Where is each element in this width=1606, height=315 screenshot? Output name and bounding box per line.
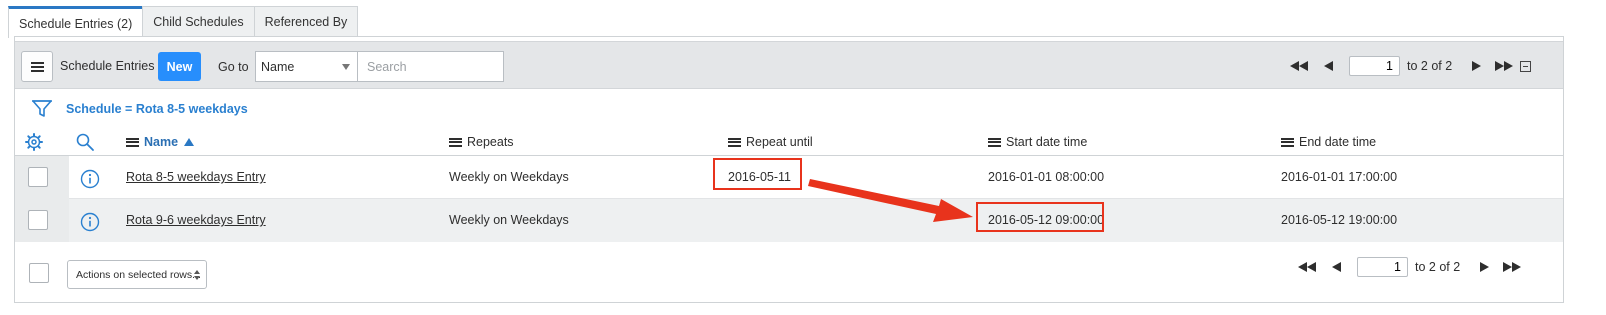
- select-all-checkbox[interactable]: [29, 263, 49, 283]
- related-list-tabs: Schedule Entries (2) Child Schedules Ref…: [8, 6, 359, 38]
- first-page-icon[interactable]: [1298, 262, 1316, 272]
- tab-schedule-entries[interactable]: Schedule Entries (2): [8, 6, 144, 38]
- bottom-pager: to 2 of 2: [1298, 243, 1522, 291]
- last-page-icon[interactable]: [1503, 262, 1522, 272]
- prev-page-icon[interactable]: [1332, 262, 1341, 272]
- next-page-icon[interactable]: [1480, 262, 1490, 272]
- page-range-text: to 2 of 2: [1415, 260, 1461, 274]
- select-updown-icon: [194, 270, 200, 280]
- actions-select-label: Actions on selected rows...: [76, 268, 201, 281]
- tab-child-schedules[interactable]: Child Schedules: [142, 6, 255, 37]
- actions-select[interactable]: Actions on selected rows...: [67, 260, 207, 289]
- page-number-input[interactable]: [1357, 257, 1408, 277]
- tab-referenced-by[interactable]: Referenced By: [253, 6, 359, 37]
- schedule-entries-panel: Schedule Entries New Go to Name to 2 of …: [14, 36, 1564, 303]
